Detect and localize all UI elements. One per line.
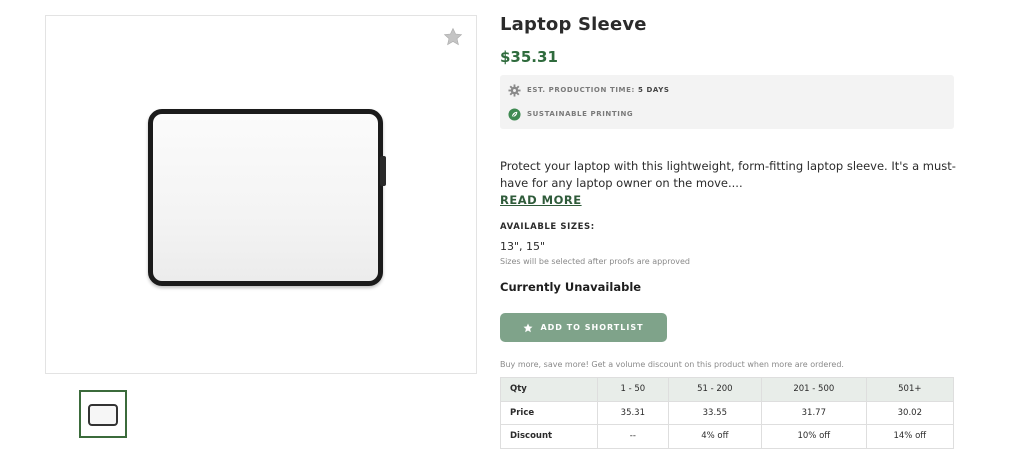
production-time-value: 5 DAYS (637, 86, 670, 94)
laptop-sleeve-image (148, 109, 386, 286)
sustainable-printing-label: SUSTAINABLE PRINTING (527, 110, 634, 118)
table-cell: 33.55 (667, 400, 762, 425)
table-row-price: Price 35.31 33.55 31.77 30.02 (500, 400, 955, 425)
table-header-row: Qty 1 - 50 51 - 200 201 - 500 501+ (500, 377, 955, 402)
read-more-link[interactable]: READ MORE (500, 193, 582, 207)
table-header-cell: 501+ (865, 377, 955, 402)
table-cell: 14% off (865, 424, 955, 449)
table-cell: 31.77 (760, 400, 867, 425)
product-description: Protect your laptop with this lightweigh… (500, 159, 956, 190)
favorite-star-icon[interactable] (443, 27, 463, 47)
gear-icon (508, 83, 521, 97)
sustainable-printing-row: SUSTAINABLE PRINTING (508, 107, 633, 121)
zipper-pull (380, 156, 386, 186)
volume-pricing-table: Qty 1 - 50 51 - 200 201 - 500 501+ Price… (500, 377, 955, 449)
table-cell: 10% off (760, 424, 867, 449)
star-icon (523, 323, 533, 332)
volume-discount-note: Buy more, save more! Get a volume discou… (500, 360, 844, 369)
available-sizes-value: 13", 15" (500, 240, 546, 253)
add-to-shortlist-button[interactable]: ADD TO SHORTLIST (500, 313, 667, 342)
availability-status: Currently Unavailable (500, 280, 642, 294)
product-title: Laptop Sleeve (500, 14, 647, 35)
table-cell: Discount (500, 424, 598, 449)
thumbnail-sleeve-image (88, 404, 118, 426)
product-info-box: EST. PRODUCTION TIME: 5 DAYS SUSTAINABLE… (500, 75, 954, 129)
table-cell: Price (500, 400, 598, 425)
production-time-row: EST. PRODUCTION TIME: 5 DAYS (508, 83, 670, 97)
production-time-label: EST. PRODUCTION TIME: (527, 86, 635, 94)
sizes-note: Sizes will be selected after proofs are … (500, 257, 690, 266)
table-header-cell: Qty (500, 377, 598, 402)
available-sizes-label: AVAILABLE SIZES: (500, 222, 595, 232)
leaf-icon (508, 107, 521, 121)
table-header-cell: 201 - 500 (760, 377, 867, 402)
add-to-shortlist-label: ADD TO SHORTLIST (540, 323, 644, 332)
product-main-image (45, 15, 477, 374)
table-cell: 35.31 (597, 400, 669, 425)
table-cell: 4% off (667, 424, 762, 449)
product-price: $35.31 (500, 48, 558, 66)
product-thumbnail[interactable] (79, 390, 127, 438)
table-row-discount: Discount -- 4% off 10% off 14% off (500, 424, 955, 449)
table-header-cell: 51 - 200 (667, 377, 762, 402)
table-cell: -- (597, 424, 669, 449)
table-header-cell: 1 - 50 (597, 377, 669, 402)
production-time-text: EST. PRODUCTION TIME: 5 DAYS (527, 86, 670, 94)
table-cell: 30.02 (865, 400, 955, 425)
